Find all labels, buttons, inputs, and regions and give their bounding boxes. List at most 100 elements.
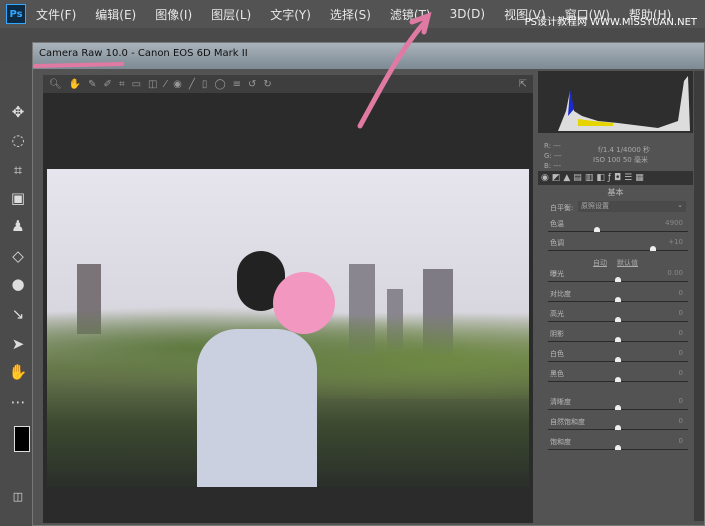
basic-tab-icon[interactable]: ◉ (541, 173, 549, 183)
pen-icon[interactable]: ↘ (8, 304, 28, 324)
frame-icon[interactable]: ▣ (8, 188, 28, 208)
slider-value[interactable]: 0 (679, 329, 683, 337)
slider-thumb[interactable] (594, 227, 600, 232)
dialog-title: Camera Raw 10.0 - Canon EOS 6D Mark II (33, 43, 704, 69)
slider-value[interactable]: 0 (679, 417, 683, 425)
menu-select[interactable]: 选择(S) (330, 6, 371, 23)
slider-thumb[interactable] (615, 377, 621, 382)
brush-icon[interactable]: ⁄ (164, 79, 166, 90)
panel-tabs: ◉ ◩ ▲ ▤ ▥ ◧ ƒ ◘ ☰ ▦ (538, 171, 693, 185)
menu-image[interactable]: 图像(I) (155, 6, 192, 23)
slider-label: 高光 (550, 310, 564, 318)
hand-icon[interactable]: ✋ (69, 79, 81, 90)
slider-label: 饱和度 (550, 438, 571, 446)
slider-track[interactable] (548, 231, 688, 232)
photo-preview (47, 169, 529, 487)
presets-tab-icon[interactable]: ☰ (624, 173, 632, 183)
slider-label: 自然饱和度 (550, 418, 585, 426)
iso-info: ISO 100 50 毫米 (593, 156, 648, 164)
rotate-left-icon[interactable]: ↺ (248, 79, 256, 90)
exposure-info: f/1.4 1/4000 秒 (598, 146, 651, 154)
slider-value[interactable]: 0.00 (667, 269, 683, 277)
preferences-icon[interactable]: ≡ (233, 79, 241, 90)
histogram (538, 71, 693, 133)
slider-value[interactable]: 0 (679, 309, 683, 317)
slider-value[interactable]: 0 (679, 437, 683, 445)
slider-thumb[interactable] (615, 445, 621, 450)
foreground-color[interactable] (14, 426, 30, 452)
panel-title: 基本 (607, 188, 624, 197)
crop-icon[interactable]: ⌗ (8, 160, 28, 180)
slider-thumb[interactable] (615, 357, 621, 362)
default-link[interactable]: 默认值 (617, 259, 638, 267)
hand-icon[interactable]: ✋ (8, 362, 28, 382)
slider-value[interactable]: +10 (668, 238, 683, 246)
slider-thumb[interactable] (615, 277, 621, 282)
auto-link[interactable]: 自动 (593, 259, 607, 267)
lens-tab-icon[interactable]: ◧ (596, 173, 605, 183)
split-tab-icon[interactable]: ▥ (585, 173, 594, 183)
slider-thumb[interactable] (615, 405, 621, 410)
camera-tab-icon[interactable]: ◘ (614, 173, 621, 183)
move-icon[interactable]: ✥ (8, 102, 28, 122)
slider-track[interactable] (548, 250, 688, 251)
watermark: PS设计教程网 WWW.MISSYUAN.NET (524, 17, 697, 28)
menu-layer[interactable]: 图层(L) (211, 6, 251, 23)
menu-file[interactable]: 文件(F) (36, 6, 76, 23)
quick-mask-icon[interactable]: ◫ (8, 487, 28, 507)
slider-value[interactable]: 0 (679, 289, 683, 297)
blur-icon[interactable]: ● (8, 274, 28, 294)
gradient-icon[interactable]: ▯ (202, 79, 208, 90)
slider-label: 阴影 (550, 330, 564, 338)
toolbar: ✥ ◌ ⌗ ▣ ♟ ◇ ● ↘ ➤ ✋ ⋯ ◫ (0, 62, 36, 526)
color-sampler-icon[interactable]: ✐ (104, 79, 112, 90)
zoom-icon[interactable]: 🔍︎ (49, 79, 62, 90)
slider-thumb[interactable] (615, 297, 621, 302)
photoshop-logo: Ps (6, 4, 26, 24)
detail-tab-icon[interactable]: ▲ (563, 173, 570, 183)
camera-raw-dialog: Camera Raw 10.0 - Canon EOS 6D Mark II 🔍… (32, 42, 705, 526)
snapshots-tab-icon[interactable]: ▦ (635, 173, 644, 183)
adjustment-brush-icon[interactable]: ╱ (189, 79, 195, 90)
lasso-icon[interactable]: ◌ (8, 130, 28, 150)
hsl-tab-icon[interactable]: ▤ (573, 173, 582, 183)
select-arrow-icon[interactable]: ➤ (8, 334, 28, 354)
eyedropper-icon[interactable]: ✎ (88, 79, 96, 90)
menu-type[interactable]: 文字(Y) (270, 6, 311, 23)
slider-value[interactable]: 0 (679, 349, 683, 357)
radial-icon[interactable]: ◯ (214, 79, 225, 90)
camera-raw-toolbar: 🔍︎ ✋ ✎ ✐ ⌗ ▭ ◫ ⁄ ◉ ╱ ▯ ◯ ≡ ↺ ↻ ⇱ (43, 75, 533, 93)
slider-label: 清晰度 (550, 398, 571, 406)
eraser-icon[interactable]: ◇ (8, 246, 28, 266)
crop-icon[interactable]: ⌗ (119, 79, 125, 90)
slider-thumb[interactable] (615, 337, 621, 342)
menu-bar: Ps 文件(F) 编辑(E) 图像(I) 图层(L) 文字(Y) 选择(S) 滤… (0, 0, 705, 28)
menu-3d[interactable]: 3D(D) (450, 7, 485, 21)
transform-icon[interactable]: ◫ (148, 79, 157, 90)
wb-select[interactable]: 原照设置 ⌄ (578, 201, 686, 212)
rotate-right-icon[interactable]: ↻ (263, 79, 271, 90)
adjustment-panel: R: --- G: --- B: --- f/1.4 1/4000 秒 ISO 10… (538, 71, 693, 521)
menu-edit[interactable]: 编辑(E) (95, 6, 136, 23)
fullscreen-icon[interactable]: ⇱ (519, 79, 527, 90)
wb-label: 白平衡: (550, 204, 574, 212)
slider-value[interactable]: 0 (679, 397, 683, 405)
rgb-readout: R: --- G: --- B: --- (544, 142, 562, 170)
slider-value[interactable]: 4900 (665, 219, 683, 227)
slider-label: 对比度 (550, 290, 571, 298)
slider-label: 色温 (550, 220, 564, 228)
curve-tab-icon[interactable]: ◩ (552, 173, 561, 183)
straighten-icon[interactable]: ▭ (132, 79, 141, 90)
more-icon[interactable]: ⋯ (8, 392, 28, 412)
slider-thumb[interactable] (615, 425, 621, 430)
slider-label: 曝光 (550, 270, 564, 278)
slider-label: 色调 (550, 239, 564, 247)
fx-tab-icon[interactable]: ƒ (608, 173, 611, 183)
slider-thumb[interactable] (650, 246, 656, 251)
slider-value[interactable]: 0 (679, 369, 683, 377)
redeye-icon[interactable]: ◉ (173, 79, 182, 90)
stamp-icon[interactable]: ♟ (8, 216, 28, 236)
panel-scrollbar[interactable] (694, 71, 704, 521)
menu-filter[interactable]: 滤镜(T) (390, 6, 431, 23)
slider-thumb[interactable] (615, 317, 621, 322)
